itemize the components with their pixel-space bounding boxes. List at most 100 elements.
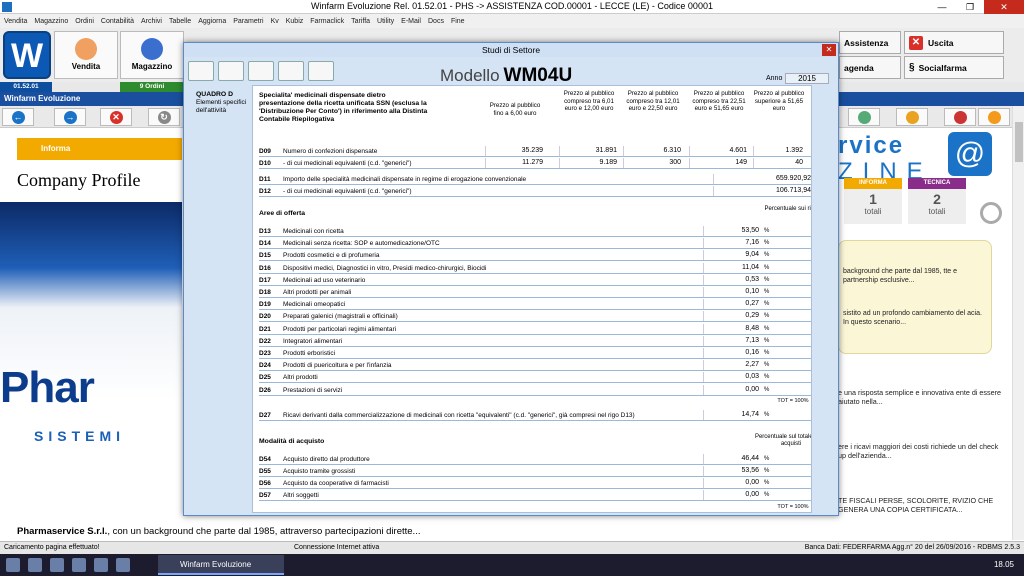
percent-field[interactable]: 0,03 (703, 372, 761, 383)
stop-button[interactable]: ✕ (100, 108, 132, 126)
taskbar-app-icon[interactable] (72, 558, 86, 572)
start-icon[interactable] (6, 558, 20, 572)
menu-item[interactable]: Archivi (141, 18, 162, 25)
assistenza-button[interactable]: Assistenza (839, 31, 901, 54)
anno-field[interactable]: 2015 (785, 73, 829, 84)
row-desc: - di cui medicinali equivalenti (c.d. "g… (283, 160, 412, 167)
menu-item[interactable]: Ordini (75, 18, 94, 25)
menu-item[interactable]: Kv (271, 18, 279, 25)
back-button[interactable]: ← (2, 108, 34, 126)
row-code: D12 (259, 188, 271, 195)
percent-field[interactable]: 53,56 (703, 466, 761, 476)
percent-field[interactable]: 0,00 (703, 490, 761, 500)
amount-field[interactable]: 659.920,92 (713, 174, 811, 184)
row-area: D24 Prodotti di puericoltura e per l'infa… (259, 360, 811, 372)
percent-field[interactable]: 8,48 (703, 323, 761, 334)
percent-field[interactable]: 46,44 (703, 454, 761, 464)
menu-item[interactable]: Aggiorna (198, 18, 226, 25)
menu-item[interactable]: Magazzino (34, 18, 68, 25)
value-field[interactable]: 35.239 (485, 146, 545, 156)
menu-item[interactable]: Tariffa (351, 18, 370, 25)
settings-icon[interactable] (188, 61, 214, 81)
export-icon[interactable] (308, 61, 334, 81)
percent-field[interactable]: 0,00 (703, 478, 761, 488)
agenda-button[interactable]: agenda (839, 56, 901, 79)
percent-field[interactable]: 7,13 (703, 335, 761, 346)
value-field[interactable]: 300 (623, 158, 683, 168)
percent-field[interactable]: 9,04 (703, 250, 761, 261)
amount-field[interactable]: 106.713,94 (713, 186, 811, 196)
box-icon[interactable] (278, 61, 304, 81)
taskbar-app-icon[interactable] (28, 558, 42, 572)
active-task-winfarm[interactable]: Winfarm Evoluzione (158, 555, 284, 575)
percent-field[interactable]: 0,00 (703, 384, 761, 395)
value-field[interactable]: 4.601 (689, 146, 749, 156)
percent-field[interactable]: 0,16 (703, 348, 761, 358)
value-field[interactable]: 6.310 (623, 146, 683, 156)
percent-field[interactable]: 0,53 (703, 274, 761, 285)
taskbar-app-icon[interactable] (94, 558, 108, 572)
percent-field[interactable]: 53,50 (703, 226, 761, 236)
value-field[interactable]: 1.392 (753, 146, 805, 156)
vendita-button[interactable]: Vendita (54, 31, 118, 79)
menu-item[interactable]: E-Mail (401, 18, 421, 25)
socialfarma-button[interactable]: § Socialfarma (904, 56, 1004, 79)
value-field[interactable]: 11.279 (485, 158, 545, 168)
row-code: D24 (259, 362, 271, 370)
rss-button[interactable] (978, 108, 1010, 126)
percent-field[interactable]: 0,10 (703, 287, 761, 297)
specialita-title: Specialita' medicinali dispensate dietro… (259, 92, 428, 123)
status-bar: Caricamento pagina effettuato! Connessio… (0, 541, 1024, 554)
web-page-left: Informa Company Profile Phar SISTEMI (0, 128, 182, 540)
row-area: D17 Medicinali ad uso veterinario 0,53% (259, 274, 811, 286)
dialog-close-button[interactable]: ✕ (822, 44, 836, 56)
taskbar-app-icon[interactable] (50, 558, 64, 572)
menu-item[interactable]: Vendita (4, 18, 27, 25)
magnifier-icon[interactable] (980, 202, 1002, 224)
taskbar-app-icon[interactable] (116, 558, 130, 572)
find-button[interactable] (896, 108, 928, 126)
percent-field[interactable]: 0,29 (703, 311, 761, 322)
percent-field[interactable]: 14,74 (703, 410, 761, 420)
restore-button[interactable]: ❐ (956, 0, 984, 14)
transfer-icon[interactable] (248, 61, 274, 81)
menu-item[interactable]: Contabilità (101, 18, 134, 25)
percent-sign: % (764, 386, 770, 393)
uscita-button[interactable]: ✕ Uscita (904, 31, 1004, 54)
menu-item[interactable]: Farmaclick (310, 18, 344, 25)
informa-banner[interactable]: Informa (17, 138, 182, 160)
value-field[interactable]: 9.189 (559, 158, 619, 168)
gear-icon[interactable] (218, 61, 244, 81)
refresh-button[interactable]: ↻ (148, 108, 180, 126)
value-field[interactable]: 40 (753, 158, 805, 168)
category-tecnica[interactable]: TECNICA 2 totali (908, 178, 966, 224)
vertical-scrollbar[interactable] (1012, 106, 1024, 540)
percent-field[interactable]: 2,27 (703, 360, 761, 371)
minimize-button[interactable]: — (928, 0, 956, 14)
modello-heading: Modello WM04U (440, 65, 572, 87)
menu-item[interactable]: Docs (428, 18, 444, 25)
tools-button[interactable] (944, 108, 976, 126)
menu-item[interactable]: Utility (377, 18, 394, 25)
row-area: D22 Integratori alimentari 7,13% (259, 335, 811, 347)
menu-item[interactable]: Tabelle (169, 18, 191, 25)
menu-item[interactable]: Kubiz (286, 18, 304, 25)
percent-field[interactable]: 0,27 (703, 299, 761, 310)
value-field[interactable]: 31.891 (559, 146, 619, 156)
print-icon (857, 111, 871, 124)
scroll-thumb[interactable] (1015, 122, 1023, 162)
percent-field[interactable]: 7,16 (703, 238, 761, 249)
company-name: Pharmaservice S.r.l. (17, 526, 108, 537)
menu-item[interactable]: Fine (451, 18, 465, 25)
ordini-badge[interactable]: 9 Ordini (120, 82, 184, 92)
magazzino-button[interactable]: Magazzino (120, 31, 184, 79)
percent-field[interactable]: 11,04 (703, 262, 761, 273)
form-panel: Specialita' medicinali dispensate dietro… (252, 85, 812, 513)
print-button[interactable] (848, 108, 880, 126)
menu-item[interactable]: Parametri (233, 18, 263, 25)
socialfarma-label: Socialfarma (918, 62, 967, 73)
category-informa[interactable]: INFORMA 1 totali (844, 178, 902, 224)
forward-button[interactable]: → (54, 108, 86, 126)
close-window-button[interactable]: ✕ (984, 0, 1024, 14)
value-field[interactable]: 149 (689, 158, 749, 168)
